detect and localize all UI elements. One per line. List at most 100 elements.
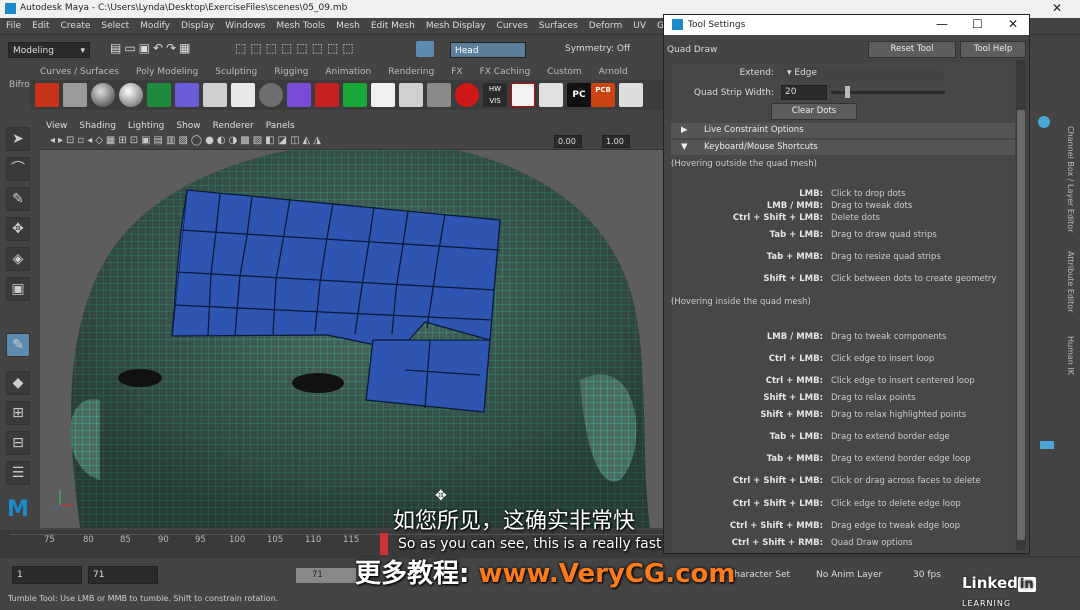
polyhedron-icon[interactable] [399, 83, 423, 107]
layer-icon[interactable] [1040, 441, 1054, 449]
scrollbar-thumb[interactable] [1017, 110, 1025, 540]
menu-mesh-display[interactable]: Mesh Display [420, 18, 491, 31]
file-tool-icons[interactable]: ▤▭▣↶↷▦ [110, 41, 193, 55]
menu-mesh[interactable]: Mesh [330, 18, 365, 31]
magnet-snap-icon[interactable] [416, 41, 434, 57]
single-pane-icon[interactable]: ◆ [6, 371, 30, 395]
menu-windows[interactable]: Windows [219, 18, 270, 31]
scale-tool-icon[interactable]: ▣ [6, 277, 30, 301]
menu-file[interactable]: File [0, 18, 26, 31]
refresh-icon[interactable] [1038, 116, 1050, 128]
shelf-tab-fx[interactable]: FX [442, 64, 470, 77]
reset-tool-button[interactable]: Reset Tool [868, 41, 956, 58]
panel-menu-renderer[interactable]: Renderer [207, 120, 260, 131]
slider-handle[interactable] [845, 86, 850, 98]
panel-menu-panels[interactable]: Panels [260, 120, 301, 131]
shelf-tab-arnold[interactable]: Arnold [590, 64, 636, 77]
fluid-box-icon[interactable] [287, 83, 311, 107]
panel-menu-show[interactable]: Show [170, 120, 206, 131]
anim-layer-dropdown[interactable]: No Anim Layer [816, 570, 882, 580]
menu-select[interactable]: Select [95, 18, 134, 31]
rotate-tool-icon[interactable]: ◈ [6, 247, 30, 271]
minimize-icon[interactable]: — [936, 17, 948, 31]
shelf-tab-sculpting[interactable]: Sculpting [206, 64, 265, 77]
keyboard-shortcuts-section[interactable]: ▼ Keyboard/Mouse Shortcuts [671, 140, 1015, 155]
green-gem-icon[interactable] [343, 83, 367, 107]
light-icon[interactable] [63, 83, 87, 107]
tool-settings-scrollbar[interactable] [1016, 60, 1026, 550]
lips-icon[interactable] [427, 83, 451, 107]
menu-uv[interactable]: UV [627, 18, 651, 31]
viewport[interactable]: ✥ [40, 150, 668, 528]
sphere-icon[interactable] [91, 83, 115, 107]
menu-display[interactable]: Display [175, 18, 219, 31]
shelf-tab-fx-caching[interactable]: FX Caching [471, 64, 539, 77]
tab-attribute-editor[interactable]: Attribute Editor [1066, 251, 1075, 313]
panel-menu-shading[interactable]: Shading [73, 120, 122, 131]
clear-dots-button[interactable]: Clear Dots [771, 103, 857, 120]
paint-effects-icon[interactable] [35, 83, 59, 107]
pc-icon[interactable]: PC [567, 83, 591, 107]
close-icon[interactable]: ✕ [1008, 17, 1018, 31]
select-tool-icon[interactable]: ➤ [6, 127, 30, 151]
blue-texture-icon[interactable] [175, 83, 199, 107]
menu-modify[interactable]: Modify [134, 18, 175, 31]
panel-menu-view[interactable]: View [40, 120, 73, 131]
panel-menu-lighting[interactable]: Lighting [122, 120, 170, 131]
cubes-icon[interactable] [539, 83, 563, 107]
range-slider-handle[interactable]: 71 [296, 568, 356, 583]
extend-dropdown[interactable]: ▾ Edge [783, 66, 943, 81]
lasso-tool-icon[interactable]: ⌒ [6, 157, 30, 181]
outliner-icon[interactable]: ☰ [6, 461, 30, 485]
start-frame-field[interactable]: 1 [12, 566, 82, 584]
green-shader-icon[interactable] [147, 83, 171, 107]
camera-icon[interactable] [619, 83, 643, 107]
strip-width-field[interactable]: 20 [781, 85, 827, 100]
menu-curves[interactable]: Curves [491, 18, 533, 31]
shelf-tab-rigging[interactable]: Rigging [265, 64, 316, 77]
menu-mesh-tools[interactable]: Mesh Tools [270, 18, 330, 31]
red-disc-icon[interactable] [455, 83, 479, 107]
hw-vis-icon[interactable]: HW VIS [483, 83, 507, 107]
mode-dropdown[interactable]: Modeling ▾ [8, 42, 90, 58]
menu-deform[interactable]: Deform [583, 18, 627, 31]
close-icon[interactable]: ✕ [1052, 1, 1062, 15]
shelf-tab-curves[interactable]: Curves / Surfaces [0, 64, 127, 77]
tool-help-button[interactable]: Tool Help [960, 41, 1026, 58]
pcb-icon[interactable]: PCB [591, 83, 615, 107]
object-name-field[interactable]: Head [450, 42, 526, 58]
menu-surfaces[interactable]: Surfaces [533, 18, 583, 31]
dots-icon[interactable] [203, 83, 227, 107]
shelf-tab-rendering[interactable]: Rendering [379, 64, 442, 77]
symmetry-dropdown[interactable]: Symmetry: Off [565, 44, 630, 54]
particles-icon[interactable] [231, 83, 255, 107]
exposure-field[interactable]: 0.00 [554, 135, 582, 148]
cloud-icon[interactable] [371, 83, 395, 107]
shelf-tab-custom[interactable]: Custom [538, 64, 589, 77]
tab-channel-box[interactable]: Channel Box / Layer Editor [1066, 126, 1075, 233]
panel-toolbar-icons[interactable]: ◂▸⊡▫◂◇▦⊞⊡▣▤▥▧◯●◐◑▩▨◧◪◫◭◮ [50, 135, 324, 146]
shelf-tab-animation[interactable]: Animation [316, 64, 379, 77]
move-tool-icon[interactable]: ✥ [6, 217, 30, 241]
two-pane-icon[interactable]: ⊟ [6, 431, 30, 455]
cylinder-icon[interactable] [259, 83, 283, 107]
no-entry-icon[interactable] [511, 83, 535, 107]
current-frame-field[interactable]: 71 [88, 566, 158, 584]
tab-human-ik[interactable]: Human IK [1066, 336, 1075, 375]
menu-create[interactable]: Create [55, 18, 96, 31]
menu-edit-mesh[interactable]: Edit Mesh [365, 18, 420, 31]
fps-dropdown[interactable]: 30 fps [913, 570, 941, 580]
maximize-icon[interactable]: ☐ [972, 17, 983, 31]
selection-mask-icons[interactable]: ⬚⬚⬚⬚⬚⬚⬚⬚ [235, 41, 358, 55]
current-time-marker[interactable] [380, 533, 388, 555]
shelf-tab-poly[interactable]: Poly Modeling [127, 64, 206, 77]
menu-edit[interactable]: Edit [26, 18, 54, 31]
shader-ball-icon[interactable] [119, 83, 143, 107]
quad-draw-tool-icon[interactable]: ✎ [6, 333, 30, 357]
four-pane-icon[interactable]: ⊞ [6, 401, 30, 425]
red-plane-icon[interactable] [315, 83, 339, 107]
gamma-field[interactable]: 1.00 [602, 135, 630, 148]
paint-select-icon[interactable]: ✎ [6, 187, 30, 211]
live-constraint-section[interactable]: ▶ Live Constraint Options [671, 123, 1015, 138]
character-set-dropdown[interactable]: Character Set [728, 570, 790, 580]
